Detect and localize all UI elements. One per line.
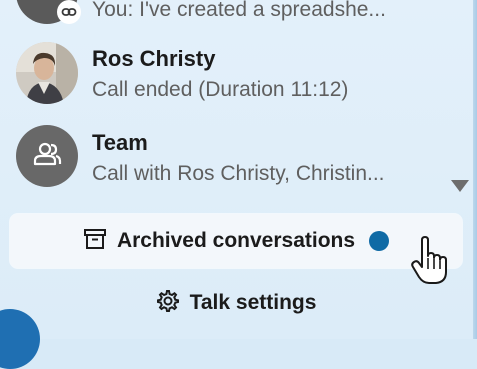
avatar (16, 125, 78, 187)
link-icon (57, 0, 81, 24)
gear-icon (154, 288, 180, 319)
conversation-list-panel: You: I've created a spreadshe... Ros Chr… (0, 0, 477, 339)
talk-settings-button[interactable]: Talk settings (0, 284, 470, 322)
window-edge (473, 0, 477, 339)
conversation-preview: Call ended (Duration 11:12) (92, 78, 349, 101)
conversation-preview: Call with Ros Christy, Christin... (92, 162, 385, 185)
conversation-name: Ros Christy (92, 46, 216, 71)
archive-box-icon (83, 228, 107, 255)
conversation-item[interactable]: Ros Christy Call ended (Duration 11:12) (0, 40, 470, 124)
group-icon (32, 142, 62, 171)
avatar (16, 42, 78, 104)
hand-cursor-icon (410, 236, 450, 291)
conversation-preview: You: I've created a spreadshe... (92, 0, 386, 21)
conversation-name: Team (92, 130, 148, 155)
archived-conversations-button[interactable]: Archived conversations (10, 214, 462, 268)
unread-dot (369, 231, 390, 251)
talk-settings-label: Talk settings (189, 291, 317, 314)
conversation-item[interactable]: Team Call with Ros Christy, Christin... (0, 124, 470, 208)
archived-conversations-label: Archived conversations (116, 229, 356, 252)
chevron-down-icon[interactable] (451, 180, 469, 192)
